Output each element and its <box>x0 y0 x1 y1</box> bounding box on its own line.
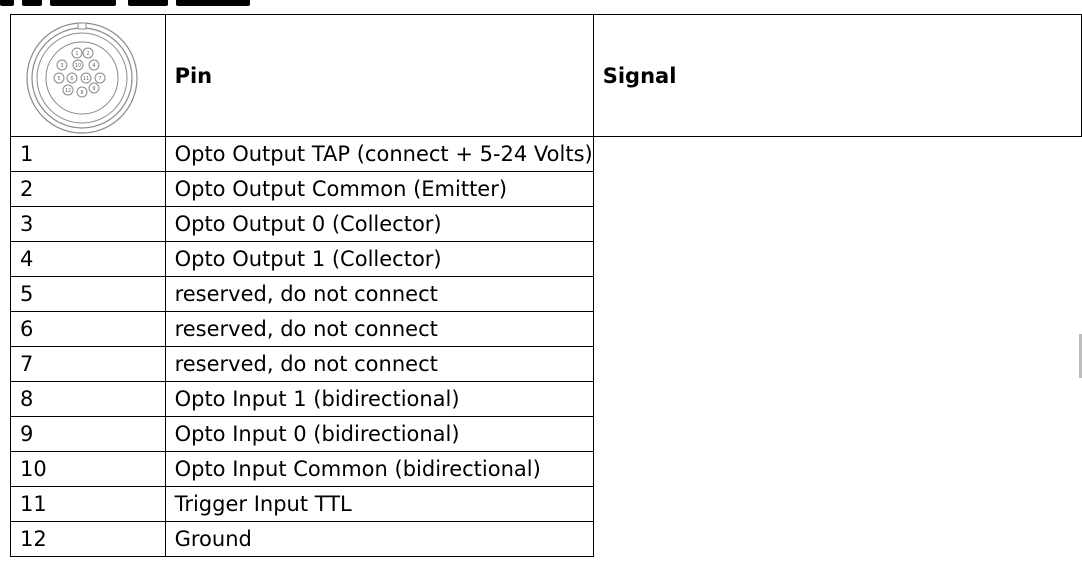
connector-pin-label: 3 <box>60 63 63 69</box>
connector-pin-label: 4 <box>92 63 95 69</box>
pin-number-cell: 10 <box>10 451 166 487</box>
connector-pins: 1 23 10 45 6 11 712 89 <box>53 47 106 98</box>
connector-pin-label: 12 <box>65 88 71 94</box>
signal-name-cell: Opto Output 0 (Collector) <box>164 206 594 242</box>
pin-number-cell: 6 <box>10 311 166 347</box>
pin-number-cell: 8 <box>10 381 166 417</box>
table-row: 2 Opto Output Common (Emitter) <box>10 171 1082 207</box>
pin-number-cell: 2 <box>10 171 166 207</box>
connector-pin-label: 1 <box>75 51 78 57</box>
pin-number-cell: 4 <box>10 241 166 277</box>
pin-number-cell: 3 <box>10 206 166 242</box>
connector-image-cell: 1 2 3 10 4 5 6 11 7 12 8 9 <box>10 14 166 137</box>
table-row: 4 Opto Output 1 (Collector) <box>10 241 1082 277</box>
signal-name-cell: Trigger Input TTL <box>164 486 594 522</box>
table-row: 9 Opto Input 0 (bidirectional) <box>10 416 1082 452</box>
pin-rows: 1 Opto Output TAP (connect + 5-24 Volts) 2… <box>10 136 1082 557</box>
table-row: 7 reserved, do not connect <box>10 346 1082 382</box>
table-row: 10 Opto Input Common (bidirectional) <box>10 451 1082 487</box>
connector-pin-label: 10 <box>75 63 81 69</box>
table-row: 6 reserved, do not connect <box>10 311 1082 347</box>
connector-pin-label: 5 <box>57 76 60 82</box>
signal-column-header: Signal <box>592 14 1082 137</box>
signal-name-cell: reserved, do not connect <box>164 276 594 312</box>
pin-assignment-table: 1 2 3 10 4 5 6 11 7 12 8 9 Pin Signal 1 Opto Output … <box>10 14 1082 557</box>
signal-name-cell: Opto Output TAP (connect + 5-24 Volts) <box>164 136 594 172</box>
pin-number-cell: 1 <box>10 136 166 172</box>
pin-number-cell: 7 <box>10 346 166 382</box>
signal-name-cell: reserved, do not connect <box>164 346 594 382</box>
signal-name-cell: Opto Input Common (bidirectional) <box>164 451 594 487</box>
connector-pin-label: 2 <box>86 51 89 57</box>
signal-name-cell: Opto Output 1 (Collector) <box>164 241 594 277</box>
connector-pin-label: 8 <box>80 90 83 96</box>
table-header-row: 1 2 3 10 4 5 6 11 7 12 8 9 Pin Signal <box>10 14 1082 137</box>
table-row: 12 Ground <box>10 521 1082 557</box>
table-row: 3 Opto Output 0 (Collector) <box>10 206 1082 242</box>
table-row: 8 Opto Input 1 (bidirectional) <box>10 381 1082 417</box>
signal-name-cell: Opto Output Common (Emitter) <box>164 171 594 207</box>
circular-connector-icon: 1 23 10 45 6 11 712 89 <box>26 22 138 134</box>
pin-number-cell: 5 <box>10 276 166 312</box>
signal-name-cell: Opto Input 0 (bidirectional) <box>164 416 594 452</box>
pin-column-header: Pin <box>164 14 594 137</box>
table-row: 5 reserved, do not connect <box>10 276 1082 312</box>
pin-number-cell: 12 <box>10 521 166 557</box>
connector-pin-label: 6 <box>70 76 73 82</box>
cropped-heading-fragment <box>0 0 300 6</box>
pin-number-cell: 11 <box>10 486 166 522</box>
connector-pin-label: 9 <box>92 86 95 92</box>
table-row: 11 Trigger Input TTL <box>10 486 1082 522</box>
table-row: 1 Opto Output TAP (connect + 5-24 Volts) <box>10 136 1082 172</box>
signal-name-cell: reserved, do not connect <box>164 311 594 347</box>
pin-number-cell: 9 <box>10 416 166 452</box>
connector-pin-label: 7 <box>98 76 101 82</box>
signal-name-cell: Ground <box>164 521 594 557</box>
signal-name-cell: Opto Input 1 (bidirectional) <box>164 381 594 417</box>
connector-pin-label: 11 <box>83 76 89 82</box>
